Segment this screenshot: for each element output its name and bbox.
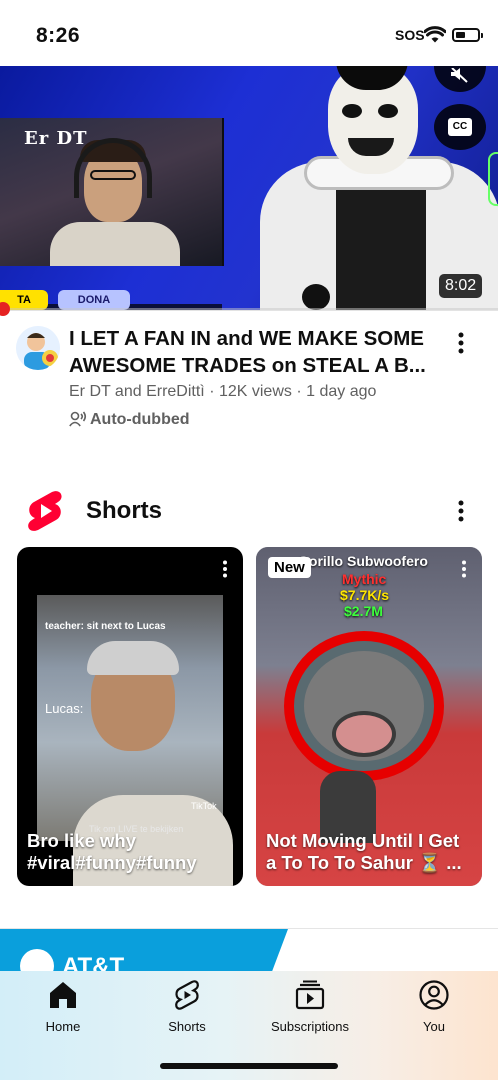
shorts-icon xyxy=(175,980,199,1010)
auto-dubbed-label: Auto-dubbed xyxy=(69,411,190,429)
status-sos: SOS xyxy=(395,27,425,43)
home-icon xyxy=(50,982,76,1008)
battery-icon xyxy=(452,28,483,42)
thumbnail-streamer-cam: Er DT xyxy=(0,118,224,310)
voice-icon xyxy=(69,411,87,427)
status-bar: 8:26 SOS xyxy=(0,0,498,66)
account-icon xyxy=(419,980,449,1010)
short-more-button[interactable] xyxy=(454,559,474,579)
thumbnail-banner-right: DONA xyxy=(58,290,130,310)
captions-button[interactable]: CC xyxy=(434,104,486,150)
video-meta: Er DT and ErreDittì · 12K views · 1 day … xyxy=(69,383,377,400)
thumbnail-cam-logo: Er DT xyxy=(24,128,88,149)
short-overlay-price: $2.7M xyxy=(344,603,383,619)
captions-icon: CC xyxy=(448,118,472,136)
short-overlay-caption-2: Lucas: xyxy=(45,701,84,716)
short-overlay-name: Gorillo Subwoofero xyxy=(298,553,428,569)
short-title: Not Moving Until I Get a To To To Sahur … xyxy=(266,830,462,873)
progress-scrubber[interactable] xyxy=(0,302,10,316)
more-vertical-icon xyxy=(458,500,464,522)
short-overlay-rate: $7.7K/s xyxy=(340,587,390,603)
shorts-heading: Shorts xyxy=(86,497,163,524)
short-title: Bro like why #viral#funny#funny xyxy=(27,830,197,873)
video-duration: 8:02 xyxy=(439,274,483,298)
home-indicator xyxy=(160,1063,338,1069)
short-overlay-brand: TikTok xyxy=(191,801,217,811)
more-vertical-icon xyxy=(458,332,464,354)
ad-banner[interactable]: AT&T xyxy=(0,928,498,983)
video-thumbnail[interactable]: Er DT TA DONA xyxy=(0,66,498,310)
shorts-logo-icon xyxy=(26,490,64,537)
short-card[interactable]: teacher: sit next to Lucas Lucas: TikTok… xyxy=(17,547,243,886)
tab-label: Subscriptions xyxy=(270,1019,350,1034)
shorts-more-button[interactable] xyxy=(449,499,473,523)
floating-app-edge xyxy=(488,152,498,206)
short-card[interactable]: Gorillo Subwoofero Mythic $7.7K/s $2.7M … xyxy=(256,547,482,886)
tab-you[interactable]: You xyxy=(379,979,489,1039)
video-more-button[interactable] xyxy=(449,331,473,355)
video-progress-track xyxy=(0,308,498,311)
short-more-button[interactable] xyxy=(215,559,235,579)
mute-icon xyxy=(451,68,468,83)
tab-label: Shorts xyxy=(168,1019,206,1034)
tab-home[interactable]: Home xyxy=(8,979,118,1039)
new-badge: New xyxy=(268,557,311,578)
video-title[interactable]: I LET A FAN IN and WE MAKE SOME AWESOME … xyxy=(69,325,439,379)
short-overlay-caption: teacher: sit next to Lucas xyxy=(45,621,166,632)
status-time: 8:26 xyxy=(36,24,81,47)
subscriptions-icon xyxy=(295,980,325,1010)
auto-dubbed-text: Auto-dubbed xyxy=(90,411,190,428)
tab-shorts[interactable]: Shorts xyxy=(132,979,242,1039)
channel-avatar[interactable] xyxy=(16,326,60,370)
tab-subscriptions[interactable]: Subscriptions xyxy=(255,979,365,1039)
more-vertical-icon xyxy=(223,560,227,578)
more-vertical-icon xyxy=(462,560,466,578)
wifi-icon xyxy=(423,26,447,49)
tab-label: You xyxy=(423,1019,445,1034)
short-overlay-rarity: Mythic xyxy=(342,571,387,587)
tab-label: Home xyxy=(45,1019,81,1034)
